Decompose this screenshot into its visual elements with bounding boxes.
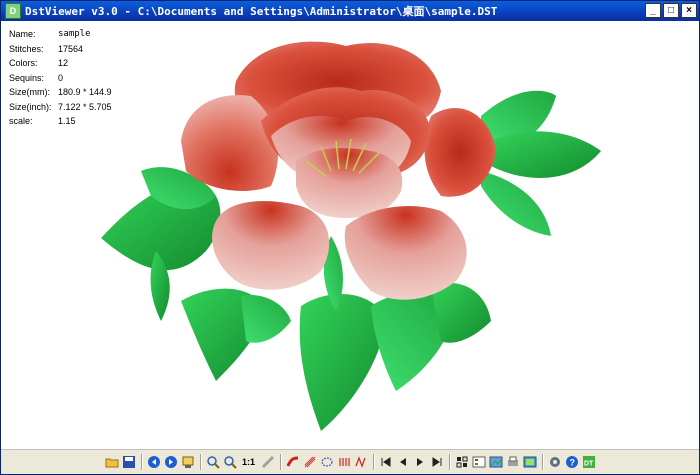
about-dst-icon[interactable]: DT [582,455,596,469]
design-canvas[interactable]: Name: sample Stitches: 17564 Colors: 12 … [1,21,699,450]
stitch-outline-icon[interactable] [320,455,334,469]
bottom-toolbar: 1:1 ? DT [1,449,699,474]
info-row-stitches: Stitches: 17564 [9,42,112,57]
minimize-button[interactable]: _ [645,3,661,18]
info-row-size-mm: Size(mm): 180.9 * 144.9 [9,85,112,100]
save-icon[interactable] [122,455,136,469]
color-table-icon[interactable] [472,455,486,469]
stitch-fill-icon[interactable] [303,455,317,469]
measure-icon[interactable] [261,455,275,469]
open-folder-icon[interactable] [105,455,119,469]
info-row-scale: scale: 1.15 [9,114,112,129]
info-label: Name: [9,29,36,39]
zoom-in-icon[interactable] [206,455,220,469]
grid-icon[interactable] [455,455,469,469]
design-info-panel: Name: sample Stitches: 17564 Colors: 12 … [9,27,112,129]
svg-text:DT: DT [584,461,594,468]
info-row-size-inch: Size(inch): 7.122 * 5.705 [9,100,112,115]
export-image-icon[interactable] [489,455,503,469]
svg-text:?: ? [569,458,575,468]
info-value: sample [58,29,91,39]
toolbar-separator [199,454,201,470]
actual-size-icon[interactable]: 1:1 [240,455,258,469]
first-icon[interactable] [379,455,393,469]
back-icon[interactable] [147,455,161,469]
stitch-satin-icon[interactable] [337,455,351,469]
app-window: D DstViewer v3.0 - C:\Documents and Sett… [0,0,700,475]
info-value: 12 [58,58,69,68]
leaf-right [481,90,601,236]
next-icon[interactable] [413,455,427,469]
prev-icon[interactable] [396,455,410,469]
print-icon[interactable] [506,455,520,469]
stitch-red-icon[interactable] [286,455,300,469]
toolbar-separator [279,454,281,470]
title-bar[interactable]: D DstViewer v3.0 - C:\Documents and Sett… [1,1,699,21]
app-icon: D [5,3,21,19]
info-value: 17564 [58,43,84,54]
info-label: Size(inch): [9,101,52,112]
info-label: scale: [9,116,33,126]
info-row-sequins: Sequins: 0 [9,71,112,86]
properties-icon[interactable] [523,455,537,469]
toolbar-separator [448,454,450,470]
stitch-run-icon[interactable] [354,455,368,469]
info-value: 180.9 * 144.9 [58,87,112,97]
window-title: DstViewer v3.0 - C:\Documents and Settin… [25,5,498,18]
last-icon[interactable] [430,455,444,469]
close-button[interactable]: × [681,3,697,18]
help-icon[interactable]: ? [565,455,579,469]
leaf-bottom-left [181,288,291,381]
info-row-colors: Colors: 12 [9,56,112,71]
toolbar-separator [140,454,142,470]
print-preview-icon[interactable] [181,455,195,469]
zoom-out-icon[interactable] [223,455,237,469]
info-label: Stitches: [9,43,44,54]
forward-icon[interactable] [164,455,178,469]
toolbar-separator [372,454,374,470]
info-value: 7.122 * 5.705 [58,101,112,112]
toolbar-separator [541,454,543,470]
window-controls: _ □ × [645,3,697,18]
info-label: Sequins: [9,72,45,83]
maximize-button[interactable]: □ [663,3,679,18]
info-label: Size(mm): [9,87,50,97]
info-label: Colors: [9,58,38,68]
info-row-name: Name: sample [9,27,112,42]
settings-icon[interactable] [548,455,562,469]
info-value: 0 [58,72,64,83]
info-value: 1.15 [58,116,76,126]
